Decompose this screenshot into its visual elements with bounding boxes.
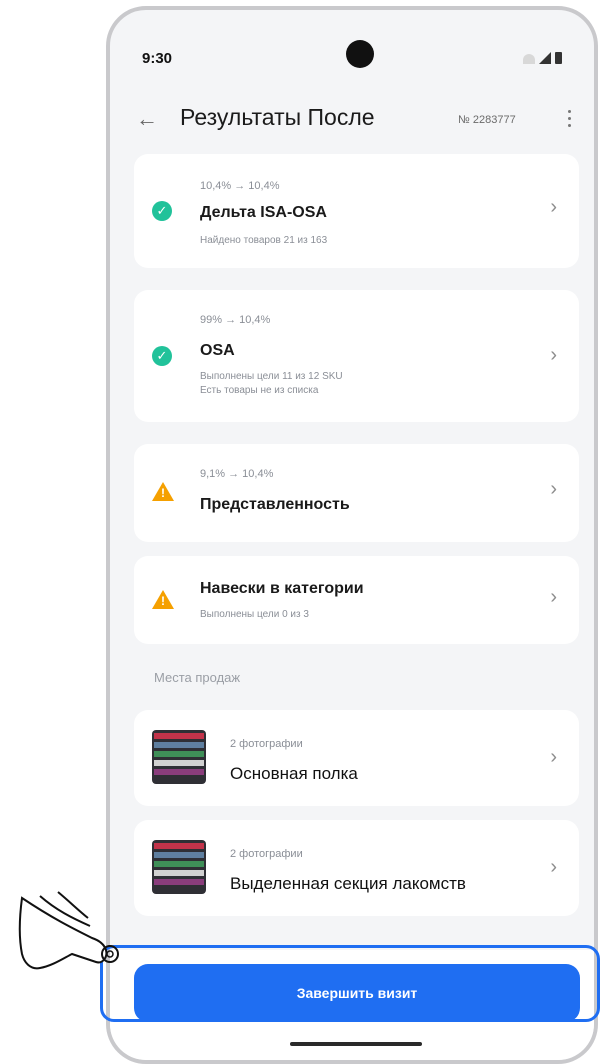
wifi-icon	[523, 54, 535, 64]
chevron-right-icon: ›	[550, 478, 557, 500]
order-number: № 2283777	[458, 114, 516, 126]
result-trend: 9,1% → 10,4%	[200, 468, 274, 480]
page-title: Результаты После	[180, 104, 375, 130]
result-name: Дельта ISA-OSA	[200, 204, 327, 221]
result-trend: 99% → 10,4%	[200, 314, 271, 326]
section-title-sales-places: Места продаж	[154, 670, 241, 685]
more-menu-icon[interactable]	[568, 110, 572, 127]
shelf-photo-thumbnail	[152, 730, 206, 784]
warning-icon: !	[152, 482, 174, 501]
status-icons	[523, 52, 562, 64]
place-card-treats-section[interactable]: 2 фотографии Выделенная секция лакомств …	[134, 820, 579, 916]
result-trend: 10,4% → 10,4%	[200, 180, 280, 192]
chevron-right-icon: ›	[550, 196, 557, 218]
result-description: Выполнены цели 11 из 12 SKU Есть товары …	[200, 371, 343, 396]
chevron-right-icon: ›	[550, 856, 557, 878]
warning-icon: !	[152, 590, 174, 609]
status-time: 9:30	[142, 50, 173, 67]
pointing-hand-icon	[18, 891, 119, 970]
back-arrow-icon[interactable]: ←	[136, 106, 158, 132]
place-name: Основная полка	[230, 764, 358, 783]
chevron-right-icon: ›	[550, 586, 557, 608]
battery-icon	[555, 52, 562, 64]
check-circle-icon: ✓	[152, 201, 172, 221]
result-card-hangers[interactable]: ! Навески в категории Выполнены цели 0 и…	[134, 556, 579, 644]
result-name: Навески в категории	[200, 580, 364, 597]
place-name: Выделенная секция лакомств	[230, 874, 466, 893]
result-name: OSA	[200, 342, 235, 359]
shelf-photo-thumbnail	[152, 840, 206, 894]
front-camera	[346, 40, 374, 68]
result-name: Представленность	[200, 496, 350, 513]
photo-count: 2 фотографии	[230, 738, 303, 750]
chevron-right-icon: ›	[550, 746, 557, 768]
cellular-signal-icon	[539, 52, 551, 64]
home-indicator	[290, 1042, 422, 1046]
tap-highlight-frame	[100, 945, 600, 1022]
result-card-delta-isa-osa[interactable]: ✓ 10,4% → 10,4% Дельта ISA-OSA Найдено т…	[134, 154, 579, 268]
photo-count: 2 фотографии	[230, 848, 303, 860]
result-card-osa[interactable]: ✓ 99% → 10,4% OSA Выполнены цели 11 из 1…	[134, 290, 579, 422]
result-description: Выполнены цели 0 из 3	[200, 609, 309, 620]
status-bar: 9:30	[110, 10, 594, 100]
chevron-right-icon: ›	[550, 344, 557, 366]
phone-frame: 9:30 ← Результаты После № 2283777 ✓ 10,4…	[106, 6, 598, 1064]
result-card-representation[interactable]: ! 9,1% → 10,4% Представленность ›	[134, 444, 579, 542]
place-card-main-shelf[interactable]: 2 фотографии Основная полка ›	[134, 710, 579, 806]
check-circle-icon: ✓	[152, 346, 172, 366]
app-header: ← Результаты После № 2283777	[110, 100, 594, 144]
result-description: Найдено товаров 21 из 163	[200, 235, 328, 246]
